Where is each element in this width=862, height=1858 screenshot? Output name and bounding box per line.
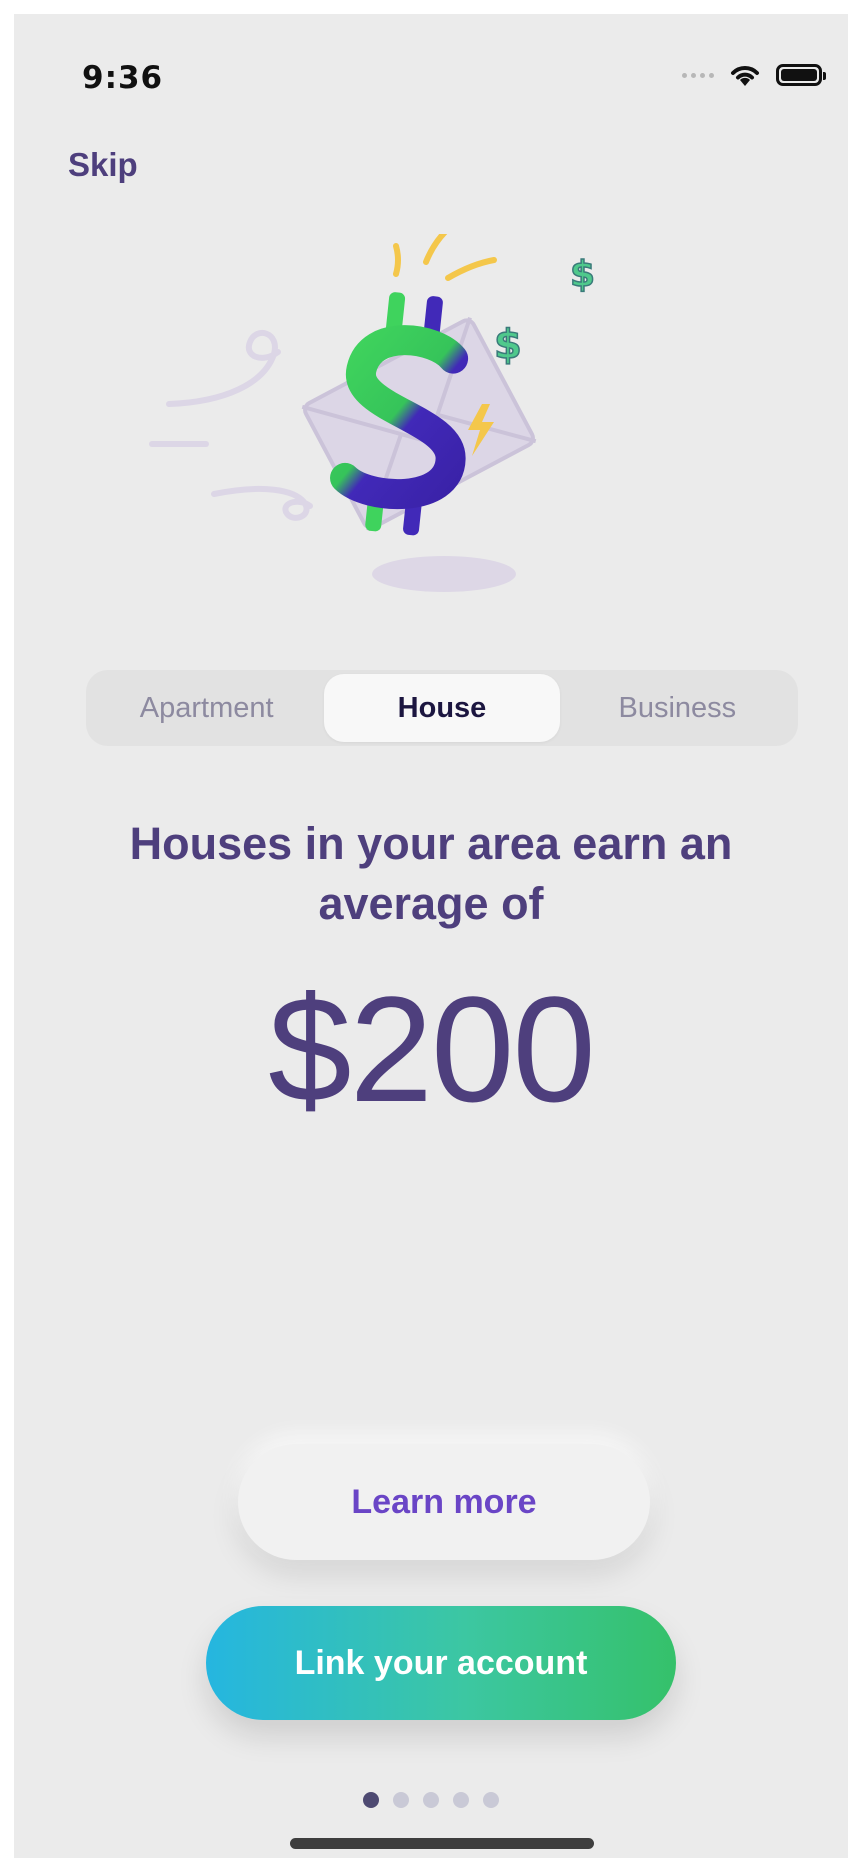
page-dot-5[interactable] xyxy=(483,1792,499,1808)
segment-apartment[interactable]: Apartment xyxy=(89,674,324,742)
earnings-headline: Houses in your area earn an average of xyxy=(129,818,733,929)
earnings-amount: $200 xyxy=(268,965,596,1133)
page-dot-2[interactable] xyxy=(393,1792,409,1808)
app-screen: 9:36 Skip $ $ Apartment House Business H… xyxy=(14,14,848,1858)
wifi-icon xyxy=(731,66,759,86)
learn-more-button[interactable]: Learn more xyxy=(238,1444,650,1560)
status-time: 9:36 xyxy=(82,60,164,96)
segment-house[interactable]: House xyxy=(324,674,560,742)
status-icons xyxy=(682,62,826,88)
property-type-segmented-control: Apartment House Business xyxy=(86,670,798,746)
page-dot-3[interactable] xyxy=(423,1792,439,1808)
svg-text:$: $ xyxy=(494,322,522,368)
signal-dots-icon xyxy=(682,72,714,78)
segment-business[interactable]: Business xyxy=(560,674,795,742)
page-indicator xyxy=(14,1792,848,1808)
link-account-button[interactable]: Link your account xyxy=(206,1606,676,1720)
svg-text:$: $ xyxy=(570,254,595,295)
page-dot-4[interactable] xyxy=(453,1792,469,1808)
skip-button[interactable]: Skip xyxy=(68,146,138,184)
money-envelope-illustration: $ $ xyxy=(149,234,596,592)
page-dot-1[interactable] xyxy=(363,1792,379,1808)
battery-icon xyxy=(776,64,826,86)
home-indicator[interactable] xyxy=(290,1838,594,1849)
